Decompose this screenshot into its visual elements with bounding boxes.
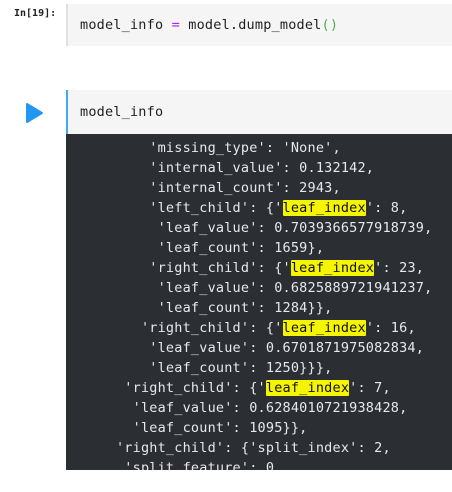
output-text: 'leaf_value': 0.6701871975082834, [66,340,425,356]
output-line: 'leaf_value': 0.6825889721941237, [66,278,433,298]
output-text: 'left_child': {' [66,200,283,216]
output-text: 'leaf_value': 0.6825889721941237, [66,280,433,296]
search-highlight: leaf_index [265,380,350,396]
output-line: 'right_child': {'leaf_index': 7, [66,378,391,398]
run-cell-button[interactable] [24,102,44,124]
code-line: model_info [80,104,164,120]
search-highlight: leaf_index [282,320,366,336]
output-text: 'leaf_count': 1250}}}, [66,360,333,376]
output-text: 'right_child': {' [66,320,283,336]
output-text: 'internal_count': 2943, [66,180,341,196]
output-line: 'leaf_count': 1095}}, [66,418,308,438]
code-operator: = [171,17,180,33]
output-line: 'leaf_count': 1284}}, [66,298,333,318]
output-text: 'right_child': {' [66,260,291,276]
output-text: ': 7, [349,380,391,396]
code-cell-1[interactable]: model_info = model.dump_model() [66,4,452,46]
output-line: 'leaf_count': 1659}, [66,238,324,258]
search-highlight: leaf_index [282,200,366,216]
output-line: 'leaf_value': 0.6701871975082834, [66,338,424,358]
code-call: model.dump_model [188,17,322,33]
output-line: 'leaf_value': 0.6284010721938428, [66,398,408,418]
output-text: ': 16, [365,320,416,336]
cell-output[interactable]: 'missing_type': 'None', 'internal_value'… [66,134,452,470]
output-text: 'right_child': {'split_index': 2, [66,440,391,456]
output-line: 'left_child': {'leaf_index': 8, [66,198,407,218]
output-line: 'leaf_count': 1250}}}, [66,358,333,378]
play-icon [26,103,43,123]
output-text: 'leaf_count': 1095}}, [66,420,308,436]
output-text: 'right_child': {' [66,380,266,396]
output-line: 'right_child': {'split_index': 2, [66,438,391,458]
output-text: 'internal_value': 0.132142, [66,160,375,176]
search-highlight: leaf_index [290,260,375,276]
output-line: 'internal_count': 2943, [66,178,341,198]
code-parens: () [321,17,339,33]
output-line: 'leaf_value': 0.7039366577918739, [66,218,433,238]
output-line: 'split_feature': 0, [66,458,283,470]
output-text: 'leaf_value': 0.7039366577918739, [66,220,433,236]
output-text: ': 8, [365,200,408,216]
output-text: 'leaf_value': 0.6284010721938428, [66,400,408,416]
output-text: 'leaf_count': 1659}, [66,240,325,256]
output-text: ': 23, [374,260,425,276]
output-line: 'right_child': {'leaf_index': 23, [66,258,424,278]
output-line: 'right_child': {'leaf_index': 16, [66,318,416,338]
output-text: 'leaf_count': 1284}}, [66,300,333,316]
code-cell-2[interactable]: model_info [66,90,452,134]
output-text: 'missing_type': 'None', [66,140,341,156]
output-line: 'internal_value': 0.132142, [66,158,374,178]
output-text: 'split_feature': 0, [66,460,283,470]
code-line: model_info = model.dump_model() [80,17,338,33]
cell-prompt: In[19]: [14,8,57,19]
output-line: 'missing_type': 'None', [66,138,341,158]
code-variable: model_info [80,17,164,33]
